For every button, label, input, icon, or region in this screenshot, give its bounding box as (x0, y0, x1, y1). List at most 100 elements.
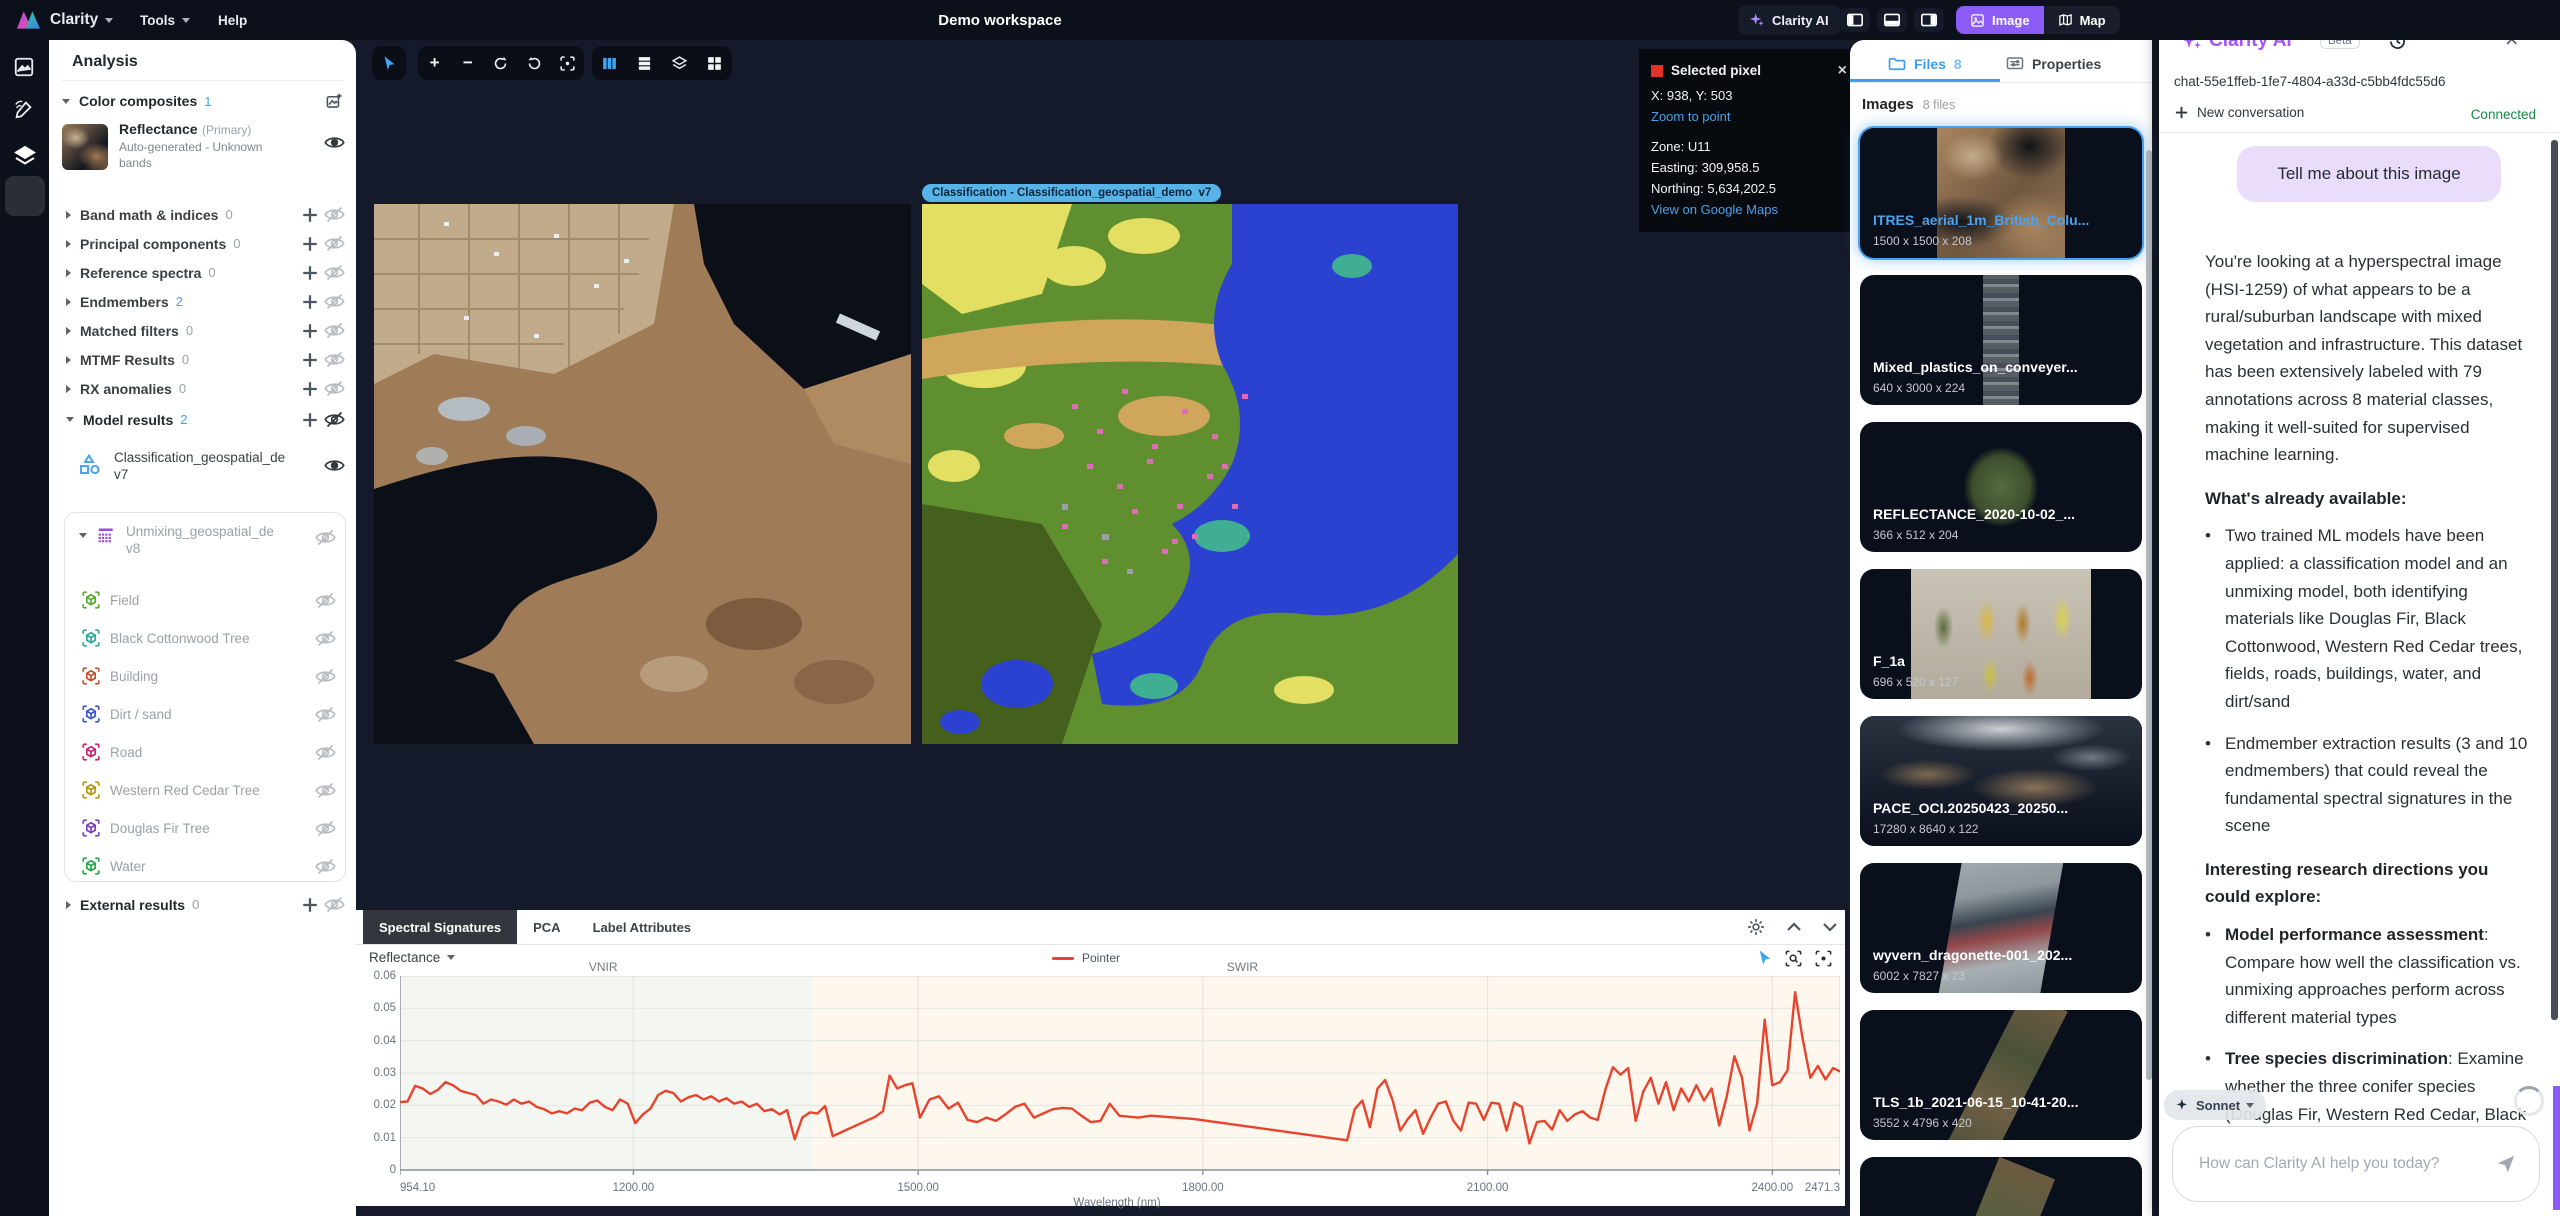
sidebar-item-rx-anomalies[interactable]: RX anomalies0 (62, 374, 346, 403)
sidebar-item-endmembers[interactable]: Endmembers2 (62, 287, 346, 316)
visibility-off-icon[interactable] (313, 664, 337, 688)
reflectance-layer-row[interactable]: Reflectance (Primary) Auto-generated - U… (62, 118, 346, 190)
color-composites-row[interactable]: Color composites 1 (62, 88, 346, 114)
tab-properties[interactable]: Properties (2006, 56, 2101, 72)
visibility-off-icon[interactable] (313, 854, 337, 878)
image-view-button[interactable]: Image (1956, 6, 2044, 34)
toggle-right-panel-button[interactable] (1914, 8, 1944, 32)
visibility-off-icon[interactable] (322, 203, 346, 227)
chat-scrollbar-accent[interactable] (2553, 1086, 2560, 1210)
sidebar-item-mtmf-results[interactable]: MTMF Results0 (62, 345, 346, 374)
cursor-tool-button[interactable] (372, 46, 406, 80)
split-rows-icon[interactable] (632, 55, 658, 72)
sidebar-item-matched-filters[interactable]: Matched filters0 (62, 316, 346, 345)
visibility-off-icon[interactable] (322, 232, 346, 256)
visibility-off-icon[interactable] (322, 290, 346, 314)
chat-input[interactable] (2197, 1154, 2495, 1174)
visibility-off-icon[interactable] (322, 261, 346, 285)
google-maps-link[interactable]: View on Google Maps (1651, 199, 1847, 220)
add-icon[interactable] (298, 232, 322, 256)
class-item-black-cottonwood-tree[interactable]: Black Cottonwood Tree (65, 619, 345, 657)
brand-menu[interactable]: Clarity (50, 0, 113, 40)
class-item-western-red-cedar-tree[interactable]: Western Red Cedar Tree (65, 771, 345, 809)
add-icon[interactable] (298, 377, 322, 401)
layers-stack-icon[interactable] (667, 55, 693, 72)
visibility-off-icon[interactable] (313, 816, 337, 840)
file-card-reflectance-2020-10-02[interactable]: REFLECTANCE_2020-10-02_... 366 x 512 x 2… (1860, 422, 2142, 552)
expand-caret-icon[interactable] (66, 385, 71, 393)
plot-cursor-icon[interactable] (1756, 949, 1774, 967)
toggle-left-panel-button[interactable] (1840, 8, 1870, 32)
expand-caret-icon[interactable] (66, 901, 71, 909)
visibility-off-icon[interactable] (322, 348, 346, 372)
fit-view-icon[interactable] (1814, 949, 1833, 968)
file-card-itres-aerial-1m-british-colu[interactable]: ITRES_aerial_1m_British_Colu... 1500 x 1… (1860, 128, 2142, 258)
class-item-dirt-sand[interactable]: Dirt / sand (65, 695, 345, 733)
class-item-building[interactable]: Building (65, 657, 345, 695)
close-icon[interactable]: × (1838, 60, 1847, 81)
add-composite-icon[interactable] (322, 89, 346, 113)
add-icon[interactable] (298, 319, 322, 343)
aerial-image-view[interactable] (374, 204, 911, 744)
zoom-in-icon[interactable]: + (422, 53, 448, 73)
tab-spectral-signatures[interactable]: Spectral Signatures (363, 910, 517, 944)
file-card-wyvern-dragonette-001-202[interactable]: wyvern_dragonette-001_202... 6002 x 7827… (1860, 863, 2142, 993)
visibility-off-icon[interactable] (322, 893, 346, 917)
spectrum-type-dropdown[interactable]: Reflectance (369, 950, 455, 965)
class-item-water[interactable]: Water (65, 847, 345, 885)
expand-caret-icon[interactable] (66, 327, 71, 335)
visibility-off-icon[interactable] (322, 319, 346, 343)
sidebar-item-band-math-indices[interactable]: Band math & indices0 (62, 200, 346, 229)
image-tool-icon[interactable] (13, 56, 35, 78)
collapse-caret-icon[interactable] (62, 99, 70, 104)
visibility-off-icon[interactable] (313, 626, 337, 650)
file-card-pace-oci-20250423-20250[interactable]: PACE_OCI.20250423_20250... 17280 x 8640 … (1860, 716, 2142, 846)
expand-caret-icon[interactable] (66, 417, 74, 422)
class-item-douglas-fir-tree[interactable]: Douglas Fir Tree (65, 809, 345, 847)
tools-menu[interactable]: Tools (140, 0, 190, 40)
expand-caret-icon[interactable] (66, 269, 71, 277)
expand-caret-icon[interactable] (66, 356, 71, 364)
add-icon[interactable] (298, 408, 322, 432)
class-item-road[interactable]: Road (65, 733, 345, 771)
files-scrollbar[interactable] (2146, 150, 2152, 1080)
layers-tool-icon[interactable] (13, 144, 37, 168)
center-view-icon[interactable] (554, 55, 580, 72)
toggle-bottom-panel-button[interactable] (1877, 8, 1907, 32)
sidebar-item-principal-components[interactable]: Principal components0 (62, 229, 346, 258)
help-menu[interactable]: Help (218, 0, 247, 40)
chat-messages[interactable]: Tell me about this image You're looking … (2159, 133, 2553, 1211)
zoom-to-point-link[interactable]: Zoom to point (1651, 106, 1847, 127)
classification-result-row[interactable]: Classification_geospatial_de v7 (62, 445, 346, 501)
rotate-cw-icon[interactable] (521, 55, 547, 72)
expand-caret-icon[interactable] (66, 298, 71, 306)
visibility-off-icon[interactable] (322, 408, 346, 432)
file-card-f-1a[interactable]: F_1a 696 x 520 x 127 (1860, 569, 2142, 699)
visibility-on-icon[interactable] (322, 130, 346, 154)
add-icon[interactable] (298, 261, 322, 285)
chevron-down-icon[interactable] (1822, 921, 1838, 933)
expand-caret-icon[interactable] (66, 240, 71, 248)
sidebar-item-model-results[interactable]: Model results2 (62, 405, 346, 434)
visibility-off-icon[interactable] (313, 525, 337, 549)
tab-files[interactable]: Files 8 (1888, 56, 1962, 72)
chevron-up-icon[interactable] (1786, 921, 1802, 933)
model-selector[interactable]: Sonnet (2164, 1090, 2266, 1120)
collapse-caret-icon[interactable] (79, 533, 87, 538)
tab-pca[interactable]: PCA (517, 910, 576, 944)
tab-label-attributes[interactable]: Label Attributes (577, 910, 707, 944)
classification-image-view[interactable] (922, 204, 1458, 744)
expand-caret-icon[interactable] (66, 211, 71, 219)
annotate-tool-icon[interactable] (13, 98, 35, 120)
visibility-on-icon[interactable] (322, 453, 346, 477)
file-card-tls-1b-2021-06-15-10-41-20[interactable]: TLS_1b_2021-06-15_10-41-20... 3552 x 479… (1860, 1010, 2142, 1140)
visibility-off-icon[interactable] (313, 740, 337, 764)
chat-scrollbar[interactable] (2551, 140, 2558, 1020)
unmixing-result-row[interactable]: Unmixing_geospatial_de v8 (65, 513, 345, 581)
file-card-mixed-plastics-on-conveyer[interactable]: Mixed_plastics_on_conveyer... 640 x 3000… (1860, 275, 2142, 405)
map-view-button[interactable]: Map (2044, 6, 2120, 34)
file-card[interactable] (1860, 1157, 2142, 1216)
sidebar-item-external-results[interactable]: External results0 (62, 890, 346, 919)
spectral-plot[interactable] (400, 976, 1840, 1178)
split-columns-icon[interactable] (597, 55, 623, 72)
